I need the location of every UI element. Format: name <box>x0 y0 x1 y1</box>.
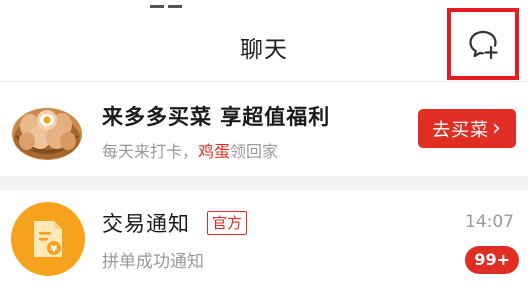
official-badge: 官方 <box>207 211 248 235</box>
top-bar: 聊天 <box>0 8 528 81</box>
promo-subtitle: 每天来打卡，鸡蛋领回家 <box>102 138 278 162</box>
promo-banner[interactable]: 来多多买菜 享超值福利 每天来打卡，鸡蛋领回家 去买菜 › <box>0 82 528 176</box>
chevron-right-icon: › <box>492 115 502 141</box>
new-chat-button[interactable] <box>447 8 519 80</box>
conversation-name: 交易通知 <box>102 212 190 236</box>
conversation-row-trade-notice[interactable]: ¥ 交易通知 官方 拼单成功通知 14:07 99+ <box>0 190 528 294</box>
promo-subtitle-highlight: 鸡蛋 <box>198 142 231 161</box>
status-indicator <box>150 0 190 11</box>
conversation-preview: 拼单成功通知 <box>102 252 204 272</box>
go-shopping-label: 去买菜 <box>432 119 490 141</box>
svg-text:¥: ¥ <box>51 244 58 255</box>
go-shopping-button[interactable]: 去买菜 › <box>418 109 516 148</box>
unread-badge: 99+ <box>465 246 519 274</box>
section-gap <box>0 176 528 190</box>
promo-title: 来多多买菜 享超值福利 <box>102 105 331 129</box>
promo-subtitle-tail: 领回家 <box>230 142 279 161</box>
promo-subtitle-text: 每天来打卡， <box>102 142 199 161</box>
egg-basket-icon <box>12 108 82 160</box>
status-bar <box>0 0 528 11</box>
conversation-time: 14:07 <box>465 212 514 232</box>
document-yen-icon: ¥ <box>34 221 62 257</box>
avatar: ¥ <box>11 202 85 276</box>
chat-bubble-plus-icon <box>469 30 498 60</box>
